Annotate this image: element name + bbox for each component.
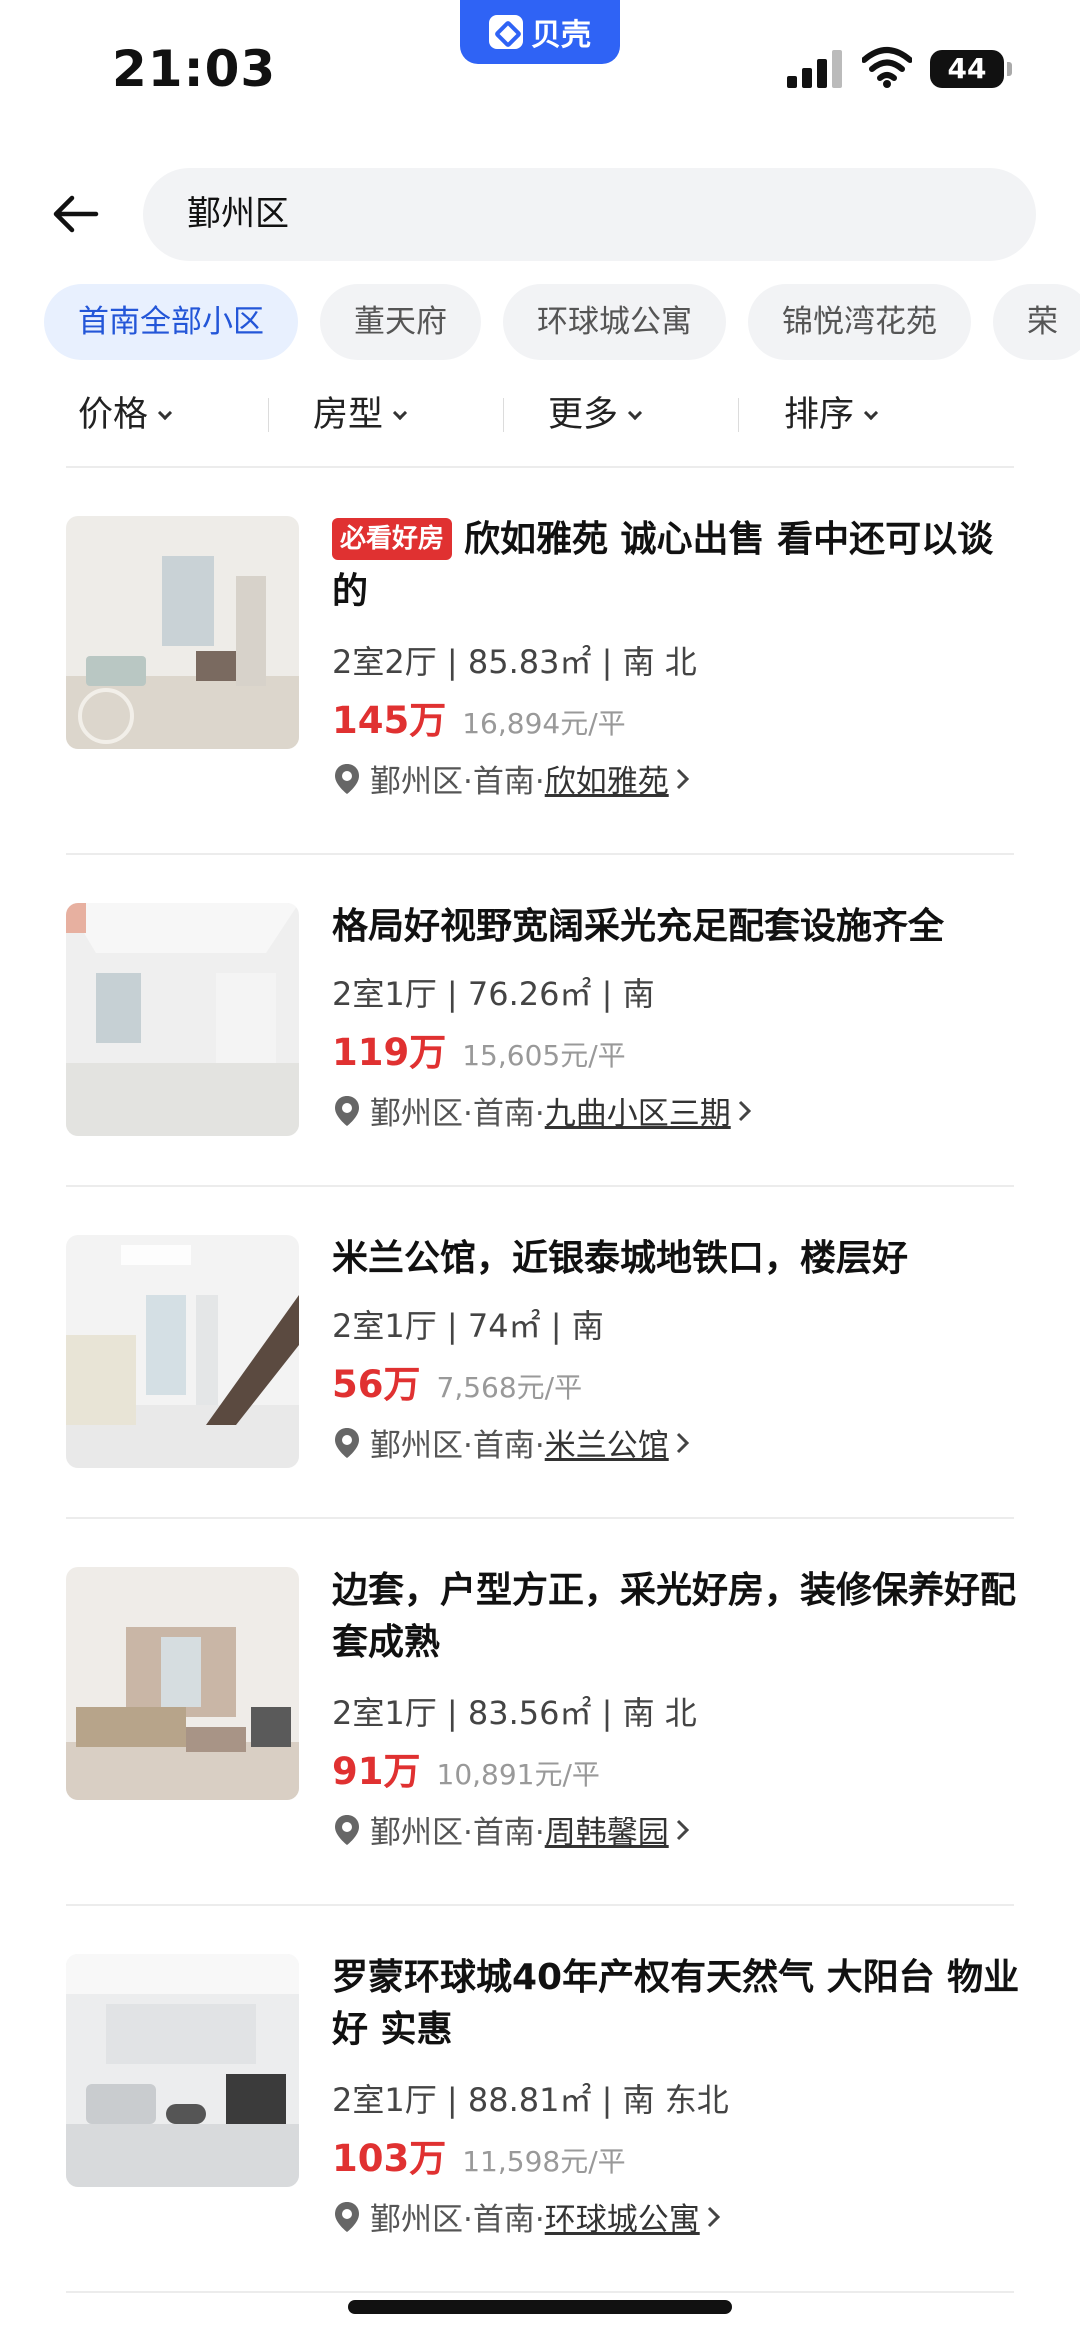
filter-more[interactable]: 更多 bbox=[548, 380, 643, 450]
location-pin-icon bbox=[335, 763, 359, 794]
filter-label: 排序 bbox=[784, 395, 855, 435]
chevron-right-icon bbox=[738, 1100, 751, 1121]
chevron-down-icon bbox=[863, 405, 879, 421]
district-text: 鄞州区·首南· bbox=[370, 764, 545, 800]
filter-divider bbox=[268, 398, 269, 432]
chevron-right-icon bbox=[676, 1432, 689, 1453]
back-arrow-icon[interactable] bbox=[48, 186, 104, 242]
community-link[interactable]: 环球城公寓 bbox=[545, 2194, 700, 2239]
filter-divider bbox=[738, 398, 739, 432]
community-chip-row: 首南全部小区 董天府 环球城公寓 锦悦湾花苑荣 bbox=[44, 284, 1080, 364]
location-pin-icon bbox=[335, 2201, 359, 2232]
unit-price: 15,605元/平 bbox=[462, 1039, 626, 1072]
price-row: 56万 7,568元/平 bbox=[332, 1354, 583, 1406]
filter-bar: 价格 房型 更多 排序 bbox=[0, 380, 1080, 450]
listing-photo bbox=[66, 516, 299, 749]
chip-community[interactable]: 董天府 bbox=[320, 284, 481, 360]
listing-page: 21:03 贝壳 44 鄞州区 首南全部小区 董天府 环球城公寓 锦悦湾花苑荣 价格 … bbox=[0, 0, 1080, 2337]
community-link[interactable]: 米兰公馆 bbox=[545, 1420, 669, 1465]
chip-community[interactable]: 环球城公寓 bbox=[503, 284, 726, 360]
divider bbox=[66, 1185, 1014, 1187]
chip-community[interactable]: 荣 bbox=[993, 284, 1080, 360]
chevron-down-icon bbox=[157, 405, 173, 421]
battery-icon: 44 bbox=[930, 50, 1012, 88]
listing-title: 罗蒙环球城40年产权有天然气 大阳台 物业好 实惠 bbox=[332, 1957, 1020, 2050]
divider bbox=[66, 1517, 1014, 1519]
chip-all-communities[interactable]: 首南全部小区 bbox=[44, 284, 298, 360]
chevron-down-icon bbox=[392, 405, 408, 421]
location-pin-icon bbox=[335, 1427, 359, 1458]
signal-icon bbox=[787, 50, 842, 88]
listing-photo bbox=[66, 1235, 299, 1468]
unit-price: 11,598元/平 bbox=[462, 2145, 626, 2178]
divider bbox=[66, 466, 1014, 468]
location-pin-icon bbox=[335, 1814, 359, 1845]
listing-photo bbox=[66, 903, 299, 1136]
listing-specs: 2室1厅 | 83.56㎡ | 南 北 bbox=[332, 1694, 697, 1732]
app-return-pill[interactable]: 贝壳 bbox=[460, 0, 620, 64]
divider bbox=[66, 853, 1014, 855]
district-text: 鄞州区·首南· bbox=[370, 1096, 545, 1132]
price-row: 119万 15,605元/平 bbox=[332, 1022, 626, 1074]
must-see-badge: 必看好房 bbox=[332, 518, 453, 560]
listing-title: 格局好视野宽阔采光充足配套设施齐全 bbox=[332, 906, 945, 947]
status-bar: 21:03 贝壳 44 bbox=[0, 0, 1080, 130]
search-input[interactable]: 鄞州区 bbox=[143, 168, 1036, 261]
divider bbox=[66, 1904, 1014, 1906]
chevron-right-icon bbox=[676, 1819, 689, 1840]
location-row[interactable]: 鄞州区·首南· 欣如雅苑 bbox=[334, 756, 691, 801]
listing-photo bbox=[66, 1954, 299, 2187]
chip-community[interactable]: 锦悦湾花苑 bbox=[748, 284, 971, 360]
location-pin-icon bbox=[335, 1095, 359, 1126]
divider bbox=[66, 2291, 1014, 2293]
listing-title: 边套，户型方正，采光好房，装修保养好配套成熟 bbox=[332, 1570, 1017, 1663]
community-link[interactable]: 周韩馨园 bbox=[545, 1807, 669, 1852]
listing-specs: 2室1厅 | 74㎡ | 南 bbox=[332, 1307, 604, 1345]
price-row: 91万 10,891元/平 bbox=[332, 1741, 600, 1793]
chevron-down-icon bbox=[627, 405, 643, 421]
unit-price: 16,894元/平 bbox=[462, 707, 626, 740]
total-price: 145万 bbox=[332, 699, 447, 742]
district-text: 鄞州区·首南· bbox=[370, 1815, 545, 1851]
price-row: 145万 16,894元/平 bbox=[332, 690, 626, 742]
wifi-icon bbox=[862, 47, 912, 88]
listing-title: 必看好房 欣如雅苑 诚心出售 看中还可以谈的 bbox=[332, 514, 1022, 618]
community-link[interactable]: 九曲小区三期 bbox=[545, 1088, 731, 1133]
chevron-right-icon bbox=[676, 768, 689, 789]
total-price: 119万 bbox=[332, 1031, 447, 1074]
chevron-right-icon bbox=[707, 2206, 720, 2227]
status-time: 21:03 bbox=[112, 40, 277, 98]
filter-label: 房型 bbox=[313, 395, 384, 435]
filter-price[interactable]: 价格 bbox=[78, 380, 173, 450]
listing-title: 米兰公馆，近银泰城地铁口，楼层好 bbox=[332, 1238, 909, 1279]
listing-specs: 2室2厅 | 85.83㎡ | 南 北 bbox=[332, 643, 697, 681]
filter-label: 更多 bbox=[548, 395, 619, 435]
unit-price: 7,568元/平 bbox=[436, 1371, 583, 1404]
district-text: 鄞州区·首南· bbox=[370, 2202, 545, 2238]
home-indicator[interactable] bbox=[348, 2300, 732, 2314]
total-price: 103万 bbox=[332, 2137, 447, 2180]
filter-label: 价格 bbox=[78, 395, 149, 435]
total-price: 56万 bbox=[332, 1363, 421, 1406]
app-pill-label: 贝壳 bbox=[531, 18, 591, 53]
listing-specs: 2室1厅 | 76.26㎡ | 南 bbox=[332, 975, 655, 1013]
total-price: 91万 bbox=[332, 1750, 421, 1793]
location-row[interactable]: 鄞州区·首南· 九曲小区三期 bbox=[334, 1088, 753, 1133]
price-row: 103万 11,598元/平 bbox=[332, 2128, 626, 2180]
location-row[interactable]: 鄞州区·首南· 米兰公馆 bbox=[334, 1420, 691, 1465]
listing-photo bbox=[66, 1567, 299, 1800]
unit-price: 10,891元/平 bbox=[436, 1758, 600, 1791]
listing-specs: 2室1厅 | 88.81㎡ | 南 东北 bbox=[332, 2081, 729, 2119]
location-row[interactable]: 鄞州区·首南· 环球城公寓 bbox=[334, 2194, 722, 2239]
beike-logo-icon bbox=[489, 15, 523, 49]
filter-divider bbox=[503, 398, 504, 432]
location-row[interactable]: 鄞州区·首南· 周韩馨园 bbox=[334, 1807, 691, 1852]
district-text: 鄞州区·首南· bbox=[370, 1428, 545, 1464]
filter-layout[interactable]: 房型 bbox=[313, 380, 408, 450]
community-link[interactable]: 欣如雅苑 bbox=[545, 756, 669, 801]
filter-sort[interactable]: 排序 bbox=[784, 380, 879, 450]
